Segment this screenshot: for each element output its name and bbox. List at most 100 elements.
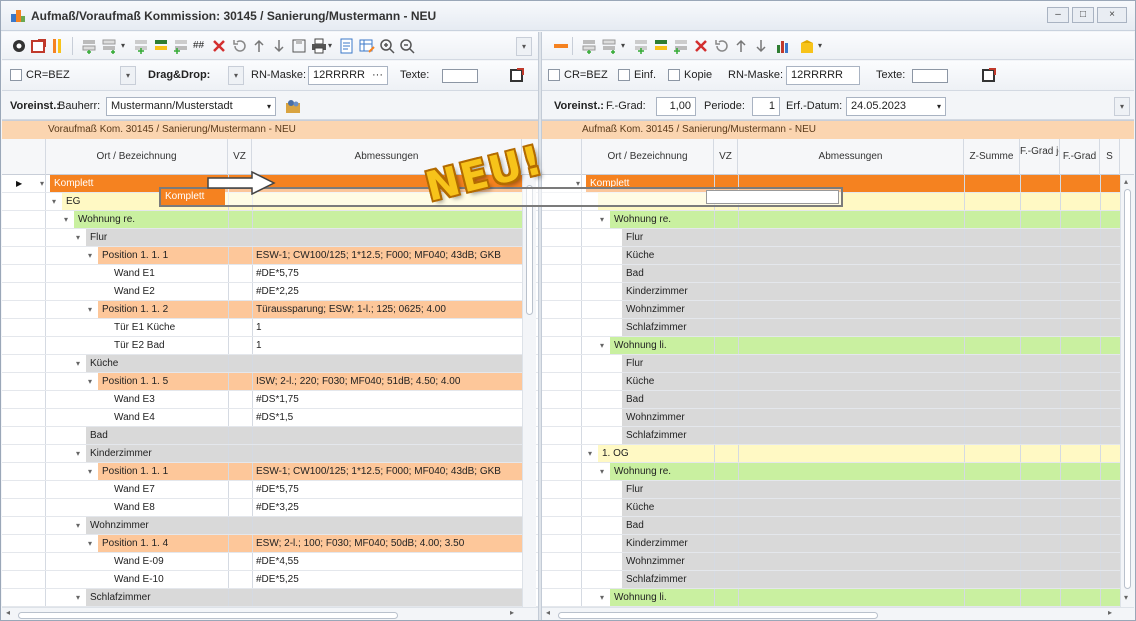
cell-ort-bezeichnung[interactable]: Bad <box>86 427 228 444</box>
cell-ort-bezeichnung[interactable]: Bad <box>622 265 714 282</box>
left-vertical-scrollbar[interactable] <box>522 175 536 607</box>
table-row[interactable]: ▾ Wohnung re. <box>542 463 1134 481</box>
table-row[interactable]: Kinderzimmer <box>542 535 1134 553</box>
row-indicator[interactable] <box>2 265 46 282</box>
cell-ort-bezeichnung[interactable]: Wand E4 <box>110 409 228 426</box>
cell-ort-bezeichnung[interactable]: Wohnzimmer <box>622 301 714 318</box>
cell-ort-bezeichnung[interactable]: Wohnzimmer <box>86 517 228 534</box>
cell-ort-bezeichnung[interactable]: Wand E7 <box>110 481 228 498</box>
expand-toggle-icon[interactable]: ▾ <box>76 355 80 372</box>
close-button[interactable]: × <box>1097 7 1127 23</box>
row-indicator[interactable] <box>542 337 582 354</box>
row-indicator[interactable] <box>542 589 582 606</box>
cell-ort-bezeichnung[interactable]: Flur <box>622 229 714 246</box>
add-subrow-icon[interactable] <box>672 37 690 55</box>
numbering-icon[interactable]: ## <box>193 40 204 51</box>
cell-ort-bezeichnung[interactable]: Küche <box>622 499 714 516</box>
right-horizontal-scrollbar[interactable]: ◂ ▸ <box>542 607 1134 620</box>
table-row[interactable]: Küche <box>542 499 1134 517</box>
table-row[interactable]: Flur <box>542 355 1134 373</box>
row-indicator[interactable] <box>542 409 582 426</box>
expand-toggle-icon[interactable]: ▾ <box>588 445 592 462</box>
table-row[interactable]: ▾ Position 1. 1. 5 ISW; 2-l.; 220; F030; M… <box>2 373 538 391</box>
cell-abmessungen[interactable] <box>252 427 522 444</box>
cell-abmessungen[interactable]: ESW-1; CW100/125; 1*12.5; F000; MF040; 4… <box>252 463 522 480</box>
save-icon[interactable] <box>290 37 308 55</box>
row-indicator[interactable] <box>542 211 582 228</box>
crbez-checkbox[interactable] <box>548 69 560 81</box>
dragdrop-dropdown[interactable]: ▾ <box>228 66 244 85</box>
cell-ort-bezeichnung[interactable]: Flur <box>622 481 714 498</box>
cell-vz[interactable] <box>228 589 252 606</box>
cell-vz[interactable] <box>228 499 252 516</box>
move-down-icon[interactable] <box>752 37 770 55</box>
table-row[interactable]: ▾ Position 1. 1. 1 ESW-1; CW100/125; 1*12.… <box>2 463 538 481</box>
cell-ort-bezeichnung[interactable]: Wohnung re. <box>610 211 714 228</box>
row-indicator[interactable] <box>2 499 46 516</box>
row-indicator[interactable] <box>2 283 46 300</box>
left-hscroll-thumb[interactable] <box>18 612 398 619</box>
cell-vz[interactable] <box>228 301 252 318</box>
table-row[interactable]: ▾ Position 1. 1. 2 Türaussparung; ESW; 1-l… <box>2 301 538 319</box>
table-row[interactable]: Flur <box>542 229 1134 247</box>
cell-ort-bezeichnung[interactable]: Schlafzimmer <box>86 589 228 606</box>
cell-vz[interactable] <box>228 553 252 570</box>
texte-color-picker[interactable] <box>912 69 948 83</box>
table-row[interactable]: Wand E-10 #DE*5,25 <box>2 571 538 589</box>
expand-toggle-icon[interactable]: ▾ <box>88 463 92 480</box>
table-row[interactable]: Wohnzimmer <box>542 553 1134 571</box>
row-indicator[interactable] <box>542 265 582 282</box>
table-row[interactable]: Schlafzimmer <box>542 571 1134 589</box>
row-indicator[interactable] <box>542 247 582 264</box>
cell-abmessungen[interactable] <box>252 589 522 606</box>
table-row[interactable]: Wand E-09 #DE*4,55 <box>2 553 538 571</box>
row-indicator[interactable] <box>2 571 46 588</box>
row-indicator[interactable] <box>2 391 46 408</box>
cell-vz[interactable] <box>228 517 252 534</box>
row-indicator[interactable] <box>2 211 46 228</box>
export-icon[interactable] <box>30 37 48 55</box>
cell-abmessungen[interactable] <box>252 211 522 228</box>
cell-abmessungen[interactable] <box>252 517 522 534</box>
cell-ort-bezeichnung[interactable]: Wand E-09 <box>110 553 228 570</box>
dropdown-arrow-icon[interactable]: ▾ <box>121 41 125 50</box>
table-row[interactable]: Kinderzimmer <box>542 283 1134 301</box>
move-up-icon[interactable] <box>250 37 268 55</box>
table-row[interactable]: Flur <box>542 481 1134 499</box>
row-indicator[interactable] <box>542 481 582 498</box>
cell-ort-bezeichnung[interactable]: Kinderzimmer <box>86 445 228 462</box>
delete-icon[interactable] <box>692 37 710 55</box>
einf-checkbox[interactable] <box>618 69 630 81</box>
cell-ort-bezeichnung[interactable]: Kinderzimmer <box>622 535 714 552</box>
table-row[interactable]: Schlafzimmer <box>542 319 1134 337</box>
cell-ort-bezeichnung[interactable]: Wohnzimmer <box>622 553 714 570</box>
table-row[interactable]: ▾ Küche <box>2 355 538 373</box>
add-group-icon[interactable] <box>152 37 170 55</box>
add-row-icon[interactable] <box>632 37 650 55</box>
ruler-icon[interactable] <box>552 37 570 55</box>
cell-ort-bezeichnung[interactable]: Wohnung li. <box>610 337 714 354</box>
report-icon[interactable] <box>338 37 356 55</box>
col-header-ort[interactable]: Ort / Bezeichnung <box>46 139 228 175</box>
move-down-icon[interactable] <box>270 37 288 55</box>
expand-toggle-icon[interactable]: ▾ <box>76 589 80 606</box>
row-indicator[interactable] <box>2 517 46 534</box>
zoom-in-icon[interactable] <box>378 37 396 55</box>
cell-ort-bezeichnung[interactable]: Flur <box>86 229 228 246</box>
zoom-out-icon[interactable] <box>398 37 416 55</box>
row-indicator[interactable] <box>2 463 46 480</box>
add-group-icon[interactable] <box>652 37 670 55</box>
cell-ort-bezeichnung[interactable]: Position 1. 1. 5 <box>98 373 228 390</box>
cell-abmessungen[interactable]: #DE*2,25 <box>252 283 522 300</box>
print-icon[interactable] <box>310 37 328 55</box>
col-header-ort[interactable]: Ort / Bezeichnung <box>582 139 714 175</box>
contacts-icon[interactable] <box>284 97 302 115</box>
left-horizontal-scrollbar[interactable]: ◂ ▸ <box>2 607 538 620</box>
cell-ort-bezeichnung[interactable]: Schlafzimmer <box>622 427 714 444</box>
cell-vz[interactable] <box>228 265 252 282</box>
rnmask-ellipsis-button[interactable]: ··· <box>372 67 383 84</box>
cell-ort-bezeichnung[interactable]: Küche <box>86 355 228 372</box>
col-header-vz[interactable]: VZ <box>714 139 738 175</box>
expand-toggle-icon[interactable]: ▾ <box>40 175 44 192</box>
table-row[interactable]: Schlafzimmer <box>542 427 1134 445</box>
